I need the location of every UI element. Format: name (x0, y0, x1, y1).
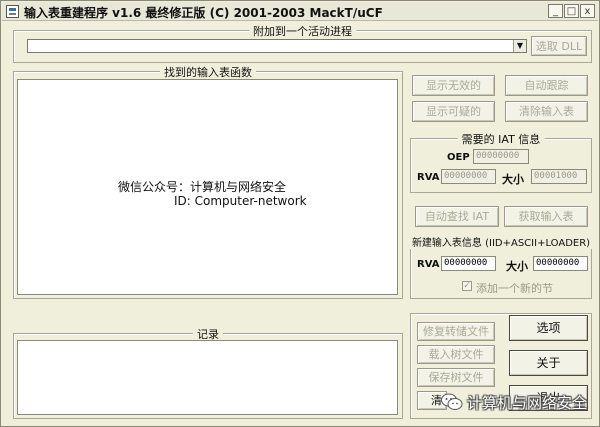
add-section-label: 添加一个新的节 (476, 282, 553, 295)
log-textarea[interactable] (17, 340, 398, 415)
iat-rva-label: RVA (417, 172, 440, 183)
imports-text-line-1: 微信公众号：计算机与网络安全 (118, 180, 287, 194)
close-button[interactable]: x (580, 4, 595, 18)
save-tree-button[interactable]: 保存树文件 (417, 368, 495, 387)
iat-size-label: 大小 (502, 173, 524, 186)
add-section-checkbox[interactable]: ✓ (462, 281, 472, 291)
app-icon (6, 5, 19, 18)
get-imports-button[interactable]: 获取输入表 (504, 206, 588, 227)
window-title: 输入表重建程序 v1.6 最终修正版 (C) 2001-2003 MackT/u… (24, 6, 383, 20)
oep-field[interactable]: 00000000 (473, 149, 529, 164)
imports-found-label: 找到的输入表函数 (160, 64, 256, 80)
imports-tree[interactable]: 微信公众号：计算机与网络安全 ID: Computer-network (17, 79, 398, 295)
new-rva-field[interactable]: 00000000 (441, 256, 496, 271)
imports-text-line-2: ID: Computer-network (174, 194, 307, 208)
iat-size-field[interactable]: 00001000 (531, 169, 587, 184)
show-suspect-button[interactable]: 显示可疑的 (412, 101, 495, 122)
oep-label: OEP (447, 152, 470, 163)
clear-imports-button[interactable]: 清除输入表 (505, 101, 588, 122)
load-tree-button[interactable]: 载入树文件 (417, 345, 495, 364)
title-bar[interactable]: 输入表重建程序 v1.6 最终修正版 (C) 2001-2003 MackT/u… (2, 2, 598, 21)
new-size-label: 大小 (506, 260, 528, 273)
about-button[interactable]: 关于 (509, 350, 588, 376)
new-size-field[interactable]: 00000000 (533, 256, 588, 271)
pick-dll-button[interactable]: 选取 DLL (531, 36, 587, 56)
show-invalid-button[interactable]: 显示无效的 (412, 75, 495, 96)
chevron-down-icon[interactable]: ▼ (513, 40, 526, 52)
minimize-button[interactable]: _ (548, 4, 563, 18)
auto-trace-button[interactable]: 自动跟踪 (505, 75, 588, 96)
maximize-button[interactable]: □ (564, 4, 579, 18)
iat-info-label: 需要的 IAT 信息 (457, 131, 545, 147)
attach-process-label: 附加到一个活动进程 (249, 23, 356, 39)
watermark-text: 计算机与网络安全 (467, 394, 588, 412)
fix-dump-button[interactable]: 修复转储文件 (417, 322, 495, 341)
new-import-info-label: 新建输入表信息 (IID+ASCII+LOADER) (407, 234, 595, 249)
process-select[interactable]: ▼ (27, 39, 527, 53)
iat-rva-field[interactable]: 00000000 (441, 169, 496, 184)
iat-info-group: 需要的 IAT 信息 (410, 131, 592, 193)
wechat-icon (441, 393, 463, 410)
iat-autosearch-button[interactable]: 自动查找 IAT (415, 206, 499, 227)
new-rva-label: RVA (417, 259, 440, 270)
main-window: 输入表重建程序 v1.6 最终修正版 (C) 2001-2003 MackT/u… (0, 0, 600, 427)
options-button[interactable]: 选项 (509, 315, 588, 341)
